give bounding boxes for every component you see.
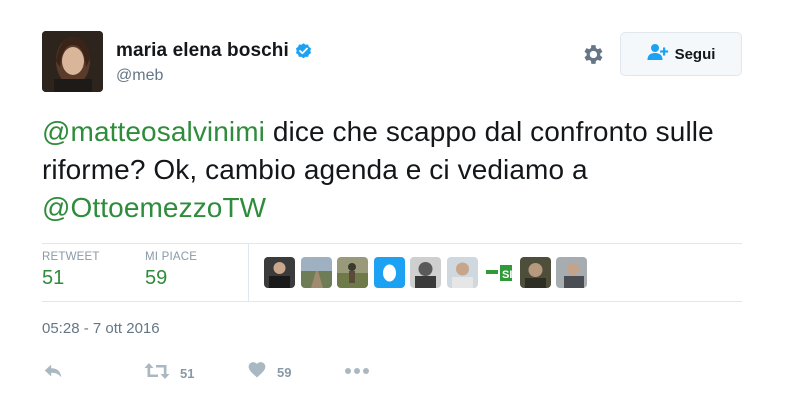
heart-icon [247, 360, 267, 385]
follow-button[interactable]: Segui [620, 32, 742, 76]
liker-avatar-1[interactable] [264, 257, 295, 288]
user-name-row[interactable]: maria elena boschi [116, 40, 313, 62]
liker-avatar-3[interactable] [337, 257, 368, 288]
display-name[interactable]: maria elena boschi [116, 40, 289, 62]
retweet-stat[interactable]: RETWEET 51 [42, 251, 100, 290]
tweet-text: @matteosalvinimi dice che scappo dal con… [42, 113, 742, 227]
profile-photo [42, 31, 103, 92]
mention-link[interactable]: @OttoemezzoTW [42, 192, 266, 223]
liker-avatar-9[interactable] [556, 257, 587, 288]
gear-icon[interactable] [580, 42, 605, 67]
likes-stat-count: 59 [145, 267, 168, 289]
divider [42, 301, 742, 302]
likes-stat-label: MI PIACE [145, 251, 198, 263]
follow-button-label: Segui [674, 45, 716, 63]
more-button[interactable] [344, 360, 370, 387]
reply-button[interactable] [42, 360, 64, 387]
svg-text:SI: SI [502, 269, 512, 281]
liker-avatar-6[interactable] [446, 257, 478, 288]
reply-icon [42, 360, 64, 387]
divider [248, 243, 249, 301]
liker-avatar-2[interactable] [300, 257, 332, 288]
like-count: 59 [277, 365, 292, 380]
mention-link[interactable]: @matteosalvinimi [42, 116, 265, 147]
more-dots-icon [344, 360, 370, 387]
retweet-stat-count: 51 [42, 267, 65, 289]
add-user-icon [647, 43, 669, 66]
likers-avatars: SI [264, 257, 593, 288]
like-button[interactable]: 59 [247, 360, 291, 385]
liker-avatar-4-default-egg[interactable] [373, 257, 405, 288]
verified-badge-icon [294, 42, 313, 61]
retweet-button[interactable]: 51 [144, 360, 194, 387]
tweet-timestamp[interactable]: 05:28 - 7 ott 2016 [42, 320, 160, 337]
liker-avatar-7-si[interactable]: SI [483, 257, 514, 288]
liker-avatar-5[interactable] [410, 257, 441, 288]
divider [42, 243, 742, 244]
user-handle[interactable]: @meb [116, 67, 163, 85]
likes-stat[interactable]: MI PIACE 59 [145, 251, 197, 290]
liker-avatar-8[interactable] [519, 257, 551, 288]
retweet-count: 51 [180, 366, 195, 381]
retweet-stat-label: RETWEET [42, 251, 100, 263]
profile-avatar[interactable] [42, 31, 103, 92]
retweet-icon [144, 360, 170, 387]
